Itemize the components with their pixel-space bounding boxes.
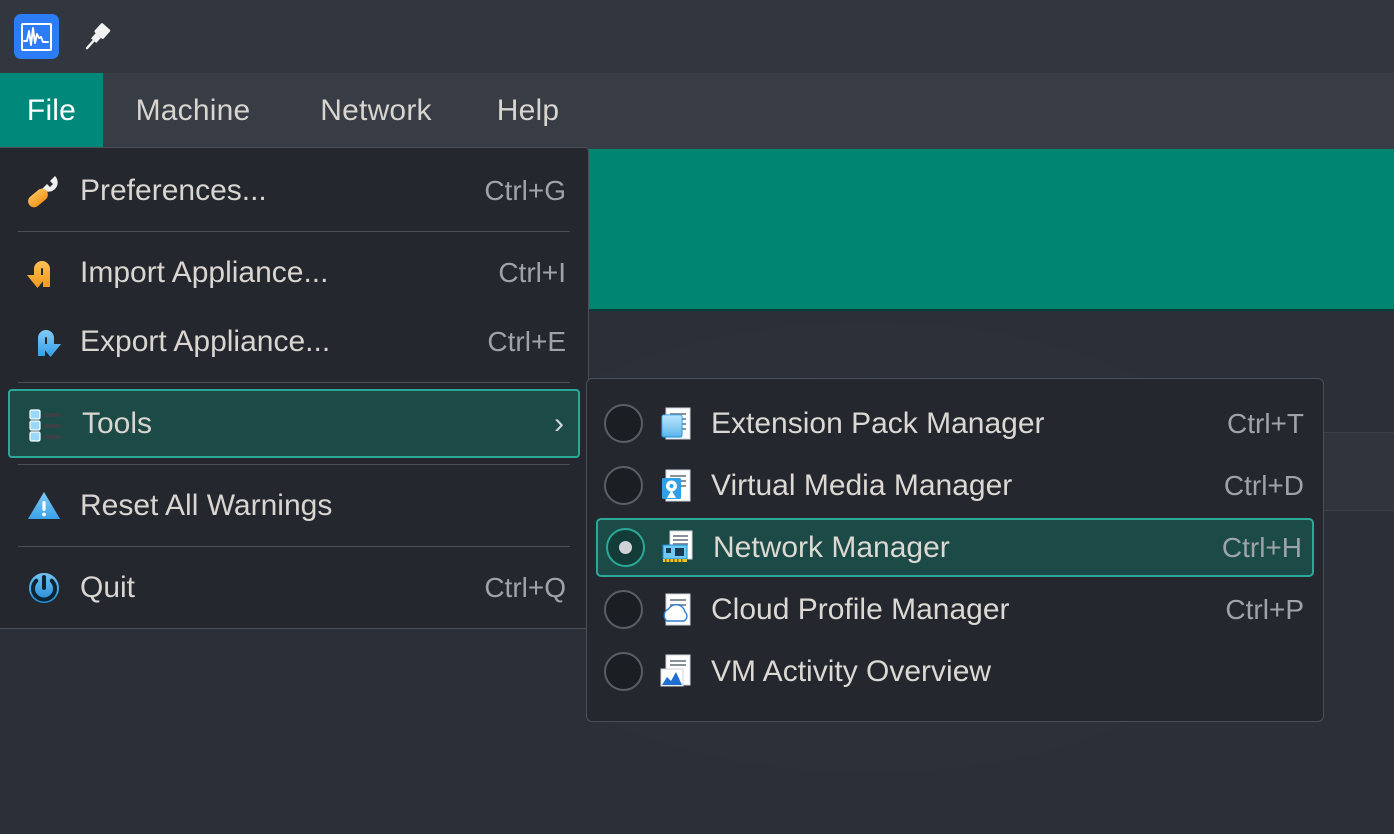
menubar-label: Help — [496, 94, 560, 127]
menu-item-label: Quit — [80, 570, 136, 604]
file-menu-dropdown: Preferences... Ctrl+G Import Appliance..… — [0, 147, 589, 629]
submenu-item-label: Virtual Media Manager — [711, 468, 1013, 502]
menu-item-shortcut: Ctrl+G — [484, 174, 566, 206]
pin-icon[interactable] — [80, 20, 114, 54]
menu-item-shortcut: Ctrl+E — [487, 325, 566, 357]
menu-item-label: Reset All Warnings — [80, 488, 333, 522]
virtual-media-icon — [657, 466, 697, 506]
radio-indicator[interactable] — [604, 652, 643, 691]
menu-item-label: Tools — [82, 406, 153, 440]
network-card-icon — [659, 528, 699, 568]
submenu-item-label: VM Activity Overview — [711, 654, 992, 688]
menubar-item-machine[interactable]: Machine — [103, 73, 283, 149]
submenu-item-shortcut: Ctrl+D — [1223, 469, 1304, 501]
selected-vm-row[interactable] — [586, 148, 1394, 311]
menu-item-label: Preferences... — [80, 173, 267, 207]
screwdriver-icon — [22, 169, 66, 213]
submenu-item-label: Cloud Profile Manager — [711, 592, 1010, 626]
menubar-label: Machine — [135, 94, 251, 127]
chevron-right-icon: › — [554, 406, 564, 440]
toolbar — [0, 0, 1394, 73]
radio-indicator[interactable] — [606, 528, 645, 567]
waveform-glyph — [23, 26, 49, 46]
cloud-profile-icon — [657, 590, 697, 630]
warning-triangle-icon — [22, 484, 66, 528]
menu-item-import-appliance[interactable]: Import Appliance... Ctrl+I — [8, 238, 580, 307]
menu-item-tools[interactable]: Tools › — [8, 389, 580, 458]
power-icon — [22, 566, 66, 610]
menubar-item-file[interactable]: File — [0, 73, 103, 149]
menubar-item-help[interactable]: Help — [469, 73, 587, 149]
menu-item-label: Import Appliance... — [80, 255, 329, 289]
radio-indicator[interactable] — [604, 404, 643, 443]
radio-indicator[interactable] — [604, 466, 643, 505]
menu-item-preferences[interactable]: Preferences... Ctrl+G — [8, 156, 580, 225]
menu-separator — [18, 382, 570, 383]
submenu-item-virtual-media-manager[interactable]: Virtual Media Manager Ctrl+D — [596, 456, 1314, 515]
submenu-item-shortcut: Ctrl+P — [1225, 593, 1304, 625]
submenu-item-extension-pack-manager[interactable]: Extension Pack Manager Ctrl+T — [596, 394, 1314, 453]
menu-bar: File Machine Network Help — [0, 73, 1394, 149]
radio-indicator[interactable] — [604, 590, 643, 629]
vm-activity-chart-icon[interactable] — [14, 14, 59, 59]
menubar-label: File — [26, 94, 77, 127]
app-icon-inner — [21, 22, 52, 51]
submenu-item-label: Network Manager — [713, 530, 950, 564]
menubar-label: Network — [320, 94, 432, 127]
import-arrow-icon — [22, 251, 66, 295]
tools-submenu: Extension Pack Manager Ctrl+T Virtual Me… — [586, 378, 1324, 722]
menu-item-shortcut: Ctrl+I — [498, 256, 566, 288]
menu-item-shortcut: Ctrl+Q — [484, 571, 566, 603]
submenu-item-network-manager[interactable]: Network Manager Ctrl+H — [596, 518, 1314, 577]
submenu-item-shortcut: Ctrl+T — [1227, 407, 1304, 439]
tools-list-icon — [24, 402, 68, 446]
extension-pack-icon — [657, 404, 697, 444]
menu-item-reset-all-warnings[interactable]: Reset All Warnings — [8, 471, 580, 540]
submenu-item-label: Extension Pack Manager — [711, 406, 1045, 440]
vm-activity-icon — [657, 652, 697, 692]
submenu-item-vm-activity-overview[interactable]: VM Activity Overview — [596, 642, 1314, 701]
menu-separator — [18, 546, 570, 547]
menu-separator — [18, 231, 570, 232]
submenu-item-cloud-profile-manager[interactable]: Cloud Profile Manager Ctrl+P — [596, 580, 1314, 639]
export-arrow-icon — [22, 320, 66, 364]
menubar-item-network[interactable]: Network — [283, 73, 469, 149]
app-window: File Machine Network Help Preferences...… — [0, 0, 1394, 834]
menu-item-quit[interactable]: Quit Ctrl+Q — [8, 553, 580, 622]
submenu-item-shortcut: Ctrl+H — [1221, 531, 1302, 563]
menu-item-label: Export Appliance... — [80, 324, 331, 358]
menu-separator — [18, 464, 570, 465]
menu-item-export-appliance[interactable]: Export Appliance... Ctrl+E — [8, 307, 580, 376]
